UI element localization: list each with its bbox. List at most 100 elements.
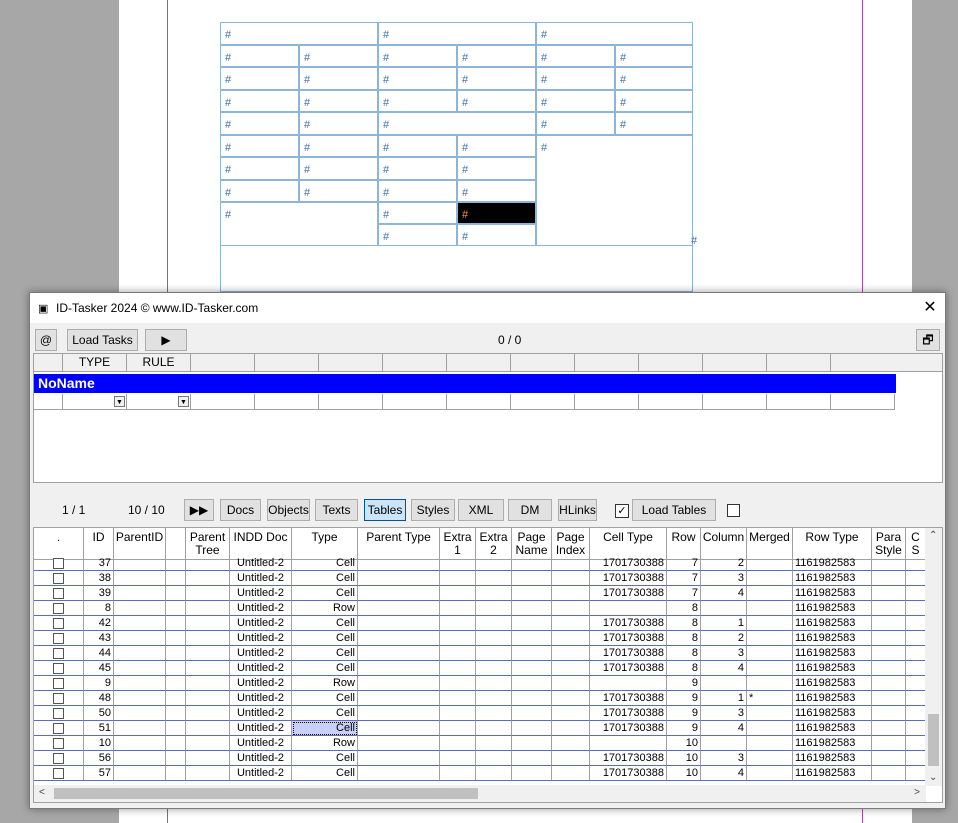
row-select-cell[interactable] <box>34 646 84 661</box>
data-cell[interactable] <box>701 601 747 616</box>
data-cell[interactable] <box>476 631 512 646</box>
task-cell[interactable] <box>319 394 383 410</box>
scroll-right-icon[interactable]: > <box>914 787 920 798</box>
data-cell[interactable] <box>166 556 186 571</box>
data-cell[interactable] <box>358 646 440 661</box>
data-cell[interactable] <box>476 691 512 706</box>
data-cell[interactable]: 4 <box>701 661 747 676</box>
row-select-cell[interactable] <box>34 721 84 736</box>
row-checkbox[interactable] <box>53 618 64 629</box>
indesign-table-cell[interactable]: # <box>220 180 299 202</box>
data-cell[interactable] <box>186 586 230 601</box>
data-cell[interactable]: Untitled-2 <box>230 736 292 751</box>
data-cell[interactable] <box>476 751 512 766</box>
row-select-cell[interactable] <box>34 586 84 601</box>
data-cell[interactable]: 1701730388 <box>590 631 667 646</box>
data-cell[interactable] <box>906 736 926 751</box>
indesign-table-cell[interactable]: # <box>220 22 378 45</box>
data-grid[interactable]: . ID ParentID Parent Tree INDD Doc Type Parent… <box>33 527 943 803</box>
task-col-header-5[interactable] <box>319 354 383 372</box>
task-col-header-7[interactable] <box>447 354 511 372</box>
data-cell[interactable] <box>552 766 590 781</box>
chevron-down-icon[interactable]: ▼ <box>178 396 189 407</box>
indesign-table-cell[interactable]: # <box>378 67 457 90</box>
data-cell[interactable] <box>440 556 476 571</box>
data-cell[interactable]: 1701730388 <box>590 721 667 736</box>
data-cell[interactable] <box>512 766 552 781</box>
data-cell[interactable] <box>114 601 166 616</box>
data-cell[interactable]: 1161982583 <box>793 556 872 571</box>
data-cell[interactable]: Untitled-2 <box>230 706 292 721</box>
data-cell[interactable]: Untitled-2 <box>230 676 292 691</box>
data-cell[interactable] <box>590 676 667 691</box>
data-cell[interactable] <box>186 646 230 661</box>
indesign-table-cell[interactable]: # <box>378 180 457 202</box>
data-cell[interactable] <box>872 601 906 616</box>
indesign-table-cell[interactable]: # <box>299 67 378 90</box>
data-cell[interactable] <box>114 736 166 751</box>
data-cell[interactable]: 3 <box>701 751 747 766</box>
data-cell[interactable] <box>872 556 906 571</box>
data-cell[interactable]: 7 <box>667 586 701 601</box>
data-cell[interactable] <box>872 766 906 781</box>
indesign-table-cell-selected[interactable]: # <box>457 202 536 224</box>
data-cell[interactable] <box>166 616 186 631</box>
data-cell[interactable]: 1701730388 <box>590 706 667 721</box>
data-cell[interactable] <box>872 631 906 646</box>
data-cell[interactable] <box>512 706 552 721</box>
data-cell[interactable] <box>906 691 926 706</box>
data-cell[interactable] <box>440 706 476 721</box>
data-cell[interactable] <box>166 661 186 676</box>
data-cell[interactable]: 1161982583 <box>793 571 872 586</box>
data-cell[interactable] <box>166 646 186 661</box>
data-cell[interactable] <box>114 616 166 631</box>
data-cell[interactable]: 1701730388 <box>590 751 667 766</box>
data-cell[interactable] <box>440 736 476 751</box>
data-cell[interactable]: Untitled-2 <box>230 601 292 616</box>
indesign-table-cell[interactable]: # <box>220 90 299 112</box>
data-cell[interactable] <box>440 766 476 781</box>
data-cell[interactable]: Cell <box>292 766 358 781</box>
row-select-cell[interactable] <box>34 736 84 751</box>
indesign-table[interactable]: # # # # # # # # # # # # # # # # # # # # # # # # # # # # # # # # # # # # # # # #… <box>220 22 697 292</box>
data-cell[interactable] <box>747 751 793 766</box>
data-cell[interactable]: 45 <box>84 661 114 676</box>
task-cell[interactable] <box>703 394 767 410</box>
indesign-table-cell[interactable]: # <box>615 45 693 67</box>
data-cell[interactable] <box>906 601 926 616</box>
tab-dm[interactable]: DM <box>508 499 552 521</box>
row-checkbox[interactable] <box>53 648 64 659</box>
data-cell[interactable]: 51 <box>84 721 114 736</box>
data-cell[interactable]: Untitled-2 <box>230 751 292 766</box>
row-checkbox[interactable] <box>53 723 64 734</box>
indesign-table-cell[interactable]: # <box>457 90 536 112</box>
task-cell[interactable] <box>639 394 703 410</box>
data-cell[interactable]: 4 <box>701 721 747 736</box>
data-cell[interactable] <box>552 691 590 706</box>
data-cell[interactable] <box>476 661 512 676</box>
row-checkbox[interactable] <box>53 708 64 719</box>
task-col-header-11[interactable] <box>703 354 767 372</box>
data-cell[interactable] <box>512 571 552 586</box>
indesign-table-cell[interactable]: # <box>615 112 693 135</box>
data-cell[interactable] <box>186 661 230 676</box>
indesign-table-cell[interactable]: # <box>536 135 693 246</box>
data-cell[interactable] <box>476 676 512 691</box>
data-cell[interactable]: Untitled-2 <box>230 571 292 586</box>
data-cell[interactable]: Cell <box>292 706 358 721</box>
data-cell[interactable] <box>440 601 476 616</box>
tab-objects[interactable]: Objects <box>267 499 310 521</box>
data-cell[interactable] <box>358 631 440 646</box>
data-cell[interactable] <box>512 586 552 601</box>
horizontal-scrollbar[interactable]: < > <box>34 785 926 802</box>
data-cell[interactable]: 1701730388 <box>590 691 667 706</box>
data-cell[interactable] <box>512 736 552 751</box>
data-cell[interactable] <box>166 691 186 706</box>
data-cell[interactable] <box>872 571 906 586</box>
data-cell[interactable] <box>114 676 166 691</box>
data-cell[interactable] <box>552 736 590 751</box>
data-cell[interactable]: Cell <box>292 631 358 646</box>
row-checkbox[interactable] <box>53 663 64 674</box>
data-cell[interactable]: 2 <box>701 556 747 571</box>
data-cell[interactable] <box>906 571 926 586</box>
